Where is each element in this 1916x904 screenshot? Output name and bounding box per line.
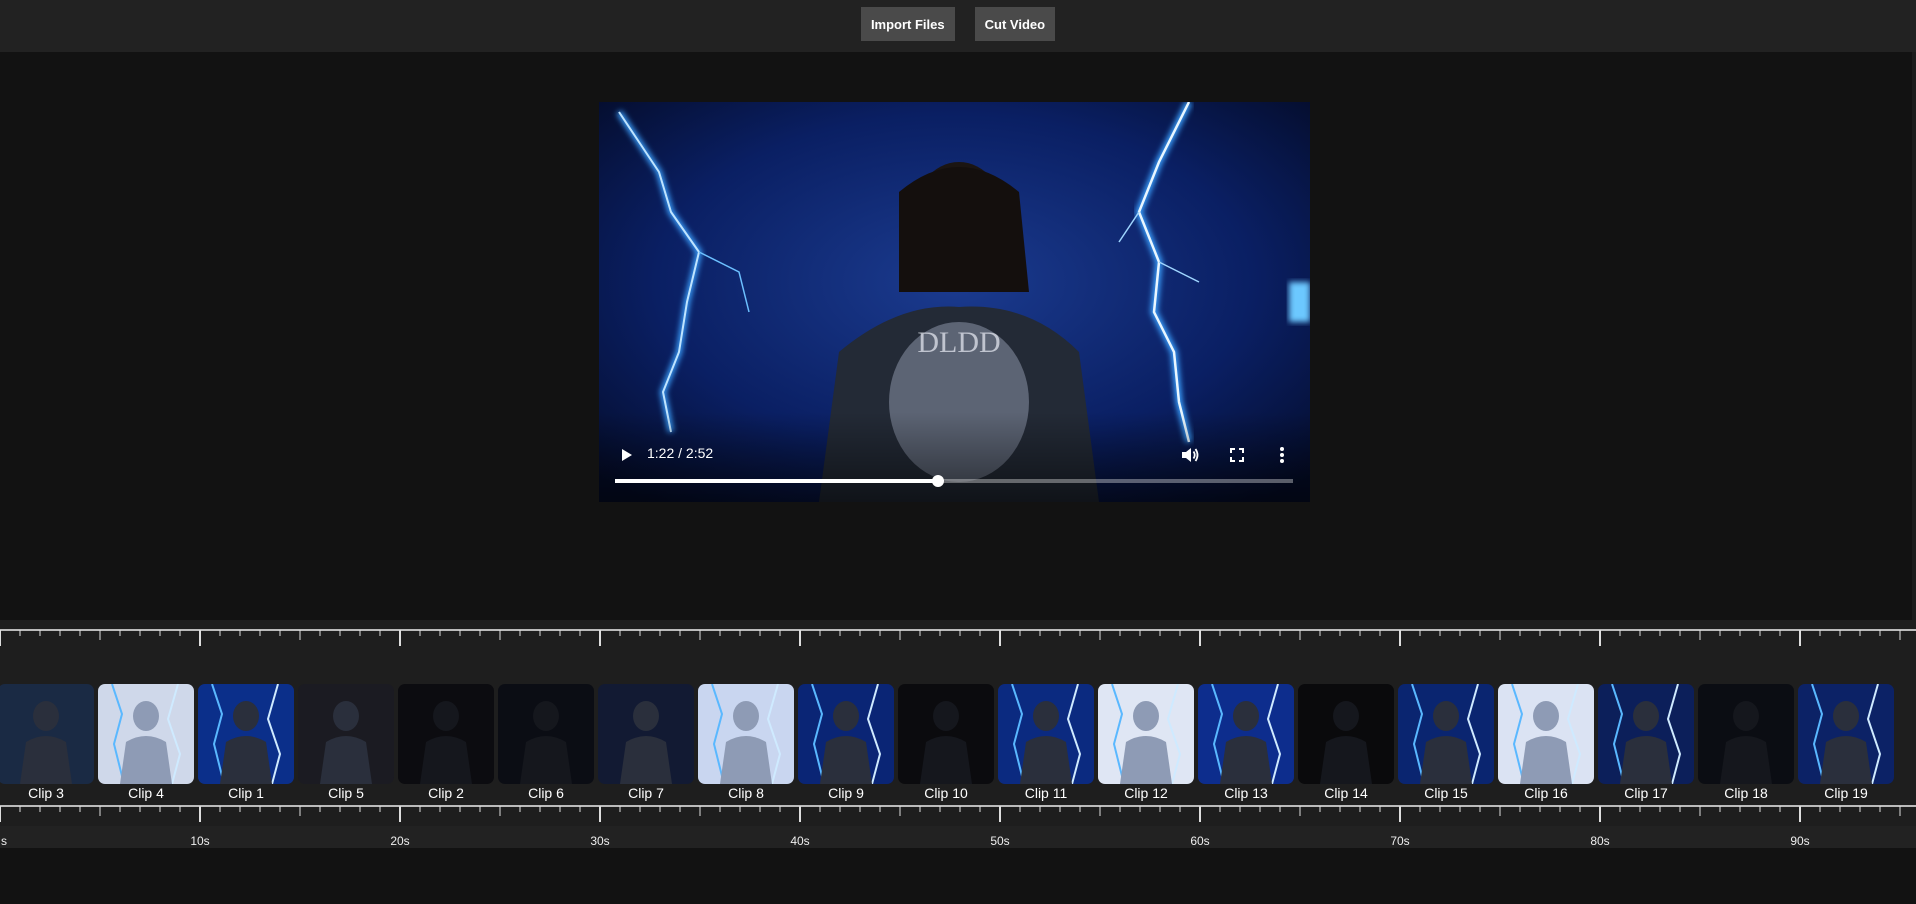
clip-clip-13[interactable]: Clip 13 bbox=[1198, 684, 1294, 802]
clip-thumbnail bbox=[1598, 684, 1694, 784]
scrollbar[interactable] bbox=[1912, 52, 1916, 620]
clip-label: Clip 17 bbox=[1624, 785, 1668, 801]
video-player[interactable]: DLDD 1:22 / 2:52 bbox=[599, 102, 1310, 502]
import-files-button[interactable]: Import Files bbox=[860, 7, 955, 41]
time-label: 20s bbox=[390, 834, 410, 848]
clip-clip-2[interactable]: Clip 2 bbox=[398, 684, 494, 802]
clip-thumbnail bbox=[498, 684, 594, 784]
clip-thumbnail bbox=[1698, 684, 1794, 784]
clip-label: Clip 15 bbox=[1424, 785, 1468, 801]
clip-thumbnail bbox=[98, 684, 194, 784]
clip-thumbnail bbox=[1798, 684, 1894, 784]
clip-thumbnail bbox=[898, 684, 994, 784]
time-label: s bbox=[1, 834, 7, 848]
more-options-icon[interactable] bbox=[1271, 444, 1293, 466]
clip-thumbnail bbox=[1098, 684, 1194, 784]
clip-clip-5[interactable]: Clip 5 bbox=[298, 684, 394, 802]
clip-thumbnail bbox=[298, 684, 394, 784]
timeline: Clip 3 Clip 4 Clip 1 Clip 5 Clip 2 Clip 6 Clip… bbox=[0, 620, 1916, 846]
clip-thumbnail bbox=[198, 684, 294, 784]
clip-clip-17[interactable]: Clip 17 bbox=[1598, 684, 1694, 802]
time-label: 50s bbox=[990, 834, 1010, 848]
clip-label: Clip 8 bbox=[728, 785, 764, 801]
clip-thumbnail bbox=[598, 684, 694, 784]
clip-clip-3[interactable]: Clip 3 bbox=[0, 684, 94, 802]
timeline-ruler-top bbox=[0, 629, 1916, 646]
clip-label: Clip 9 bbox=[828, 785, 864, 801]
clip-label: Clip 11 bbox=[1024, 785, 1068, 801]
time-label: 40s bbox=[790, 834, 810, 848]
clip-label: Clip 16 bbox=[1524, 785, 1568, 801]
clip-thumbnail bbox=[0, 684, 94, 784]
clip-clip-19[interactable]: Clip 19 bbox=[1798, 684, 1894, 802]
clip-clip-10[interactable]: Clip 10 bbox=[898, 684, 994, 802]
clip-label: Clip 1 bbox=[228, 785, 264, 801]
clip-clip-9[interactable]: Clip 9 bbox=[798, 684, 894, 802]
clip-clip-4[interactable]: Clip 4 bbox=[98, 684, 194, 802]
time-scale: s 10s 20s 30s 40s 50s 60s 70s 80s 90s bbox=[0, 826, 1916, 848]
clip-label: Clip 4 bbox=[128, 785, 164, 801]
clip-thumbnail bbox=[698, 684, 794, 784]
clip-thumbnail bbox=[998, 684, 1094, 784]
fullscreen-icon[interactable] bbox=[1226, 444, 1248, 466]
clip-thumbnail bbox=[1298, 684, 1394, 784]
toolbar: Import Files Cut Video bbox=[0, 0, 1916, 52]
svg-text:DLDD: DLDD bbox=[917, 326, 1000, 359]
time-label: 10s bbox=[190, 834, 210, 848]
clip-clip-1[interactable]: Clip 1 bbox=[198, 684, 294, 802]
time-label: 30s bbox=[590, 834, 610, 848]
clip-label: Clip 12 bbox=[1124, 785, 1168, 801]
time-label: 80s bbox=[1590, 834, 1610, 848]
clip-label: Clip 14 bbox=[1324, 785, 1368, 801]
clip-label: Clip 7 bbox=[628, 785, 664, 801]
clip-label: Clip 10 bbox=[924, 785, 968, 801]
cut-video-button[interactable]: Cut Video bbox=[974, 7, 1056, 41]
clip-clip-16[interactable]: Clip 16 bbox=[1498, 684, 1594, 802]
seek-bar[interactable] bbox=[615, 475, 1293, 487]
clip-label: Clip 19 bbox=[1824, 785, 1868, 801]
seek-progress bbox=[615, 479, 939, 483]
clip-thumbnail bbox=[1198, 684, 1294, 784]
time-readout: 1:22 / 2:52 bbox=[647, 445, 714, 461]
volume-icon[interactable] bbox=[1179, 444, 1201, 466]
time-label: 70s bbox=[1390, 834, 1410, 848]
time-label: 60s bbox=[1190, 834, 1210, 848]
clip-label: Clip 6 bbox=[528, 785, 564, 801]
clip-label: Clip 3 bbox=[28, 785, 64, 801]
clips-row: Clip 3 Clip 4 Clip 1 Clip 5 Clip 2 Clip 6 Clip… bbox=[0, 684, 1916, 801]
play-icon[interactable] bbox=[615, 444, 637, 466]
clip-label: Clip 18 bbox=[1724, 785, 1768, 801]
clip-clip-8[interactable]: Clip 8 bbox=[698, 684, 794, 802]
clip-label: Clip 5 bbox=[328, 785, 364, 801]
time-label: 90s bbox=[1790, 834, 1810, 848]
clip-label: Clip 2 bbox=[428, 785, 464, 801]
clip-clip-7[interactable]: Clip 7 bbox=[598, 684, 694, 802]
clip-thumbnail bbox=[1398, 684, 1494, 784]
clip-label: Clip 13 bbox=[1224, 785, 1268, 801]
clip-clip-12[interactable]: Clip 12 bbox=[1098, 684, 1194, 802]
clip-clip-14[interactable]: Clip 14 bbox=[1298, 684, 1394, 802]
clip-clip-18[interactable]: Clip 18 bbox=[1698, 684, 1794, 802]
clip-clip-11[interactable]: Clip 11 bbox=[998, 684, 1094, 802]
clip-clip-15[interactable]: Clip 15 bbox=[1398, 684, 1494, 802]
clip-thumbnail bbox=[398, 684, 494, 784]
clip-thumbnail bbox=[1498, 684, 1594, 784]
timeline-ruler-bottom bbox=[0, 805, 1916, 822]
clip-clip-6[interactable]: Clip 6 bbox=[498, 684, 594, 802]
clip-thumbnail bbox=[798, 684, 894, 784]
